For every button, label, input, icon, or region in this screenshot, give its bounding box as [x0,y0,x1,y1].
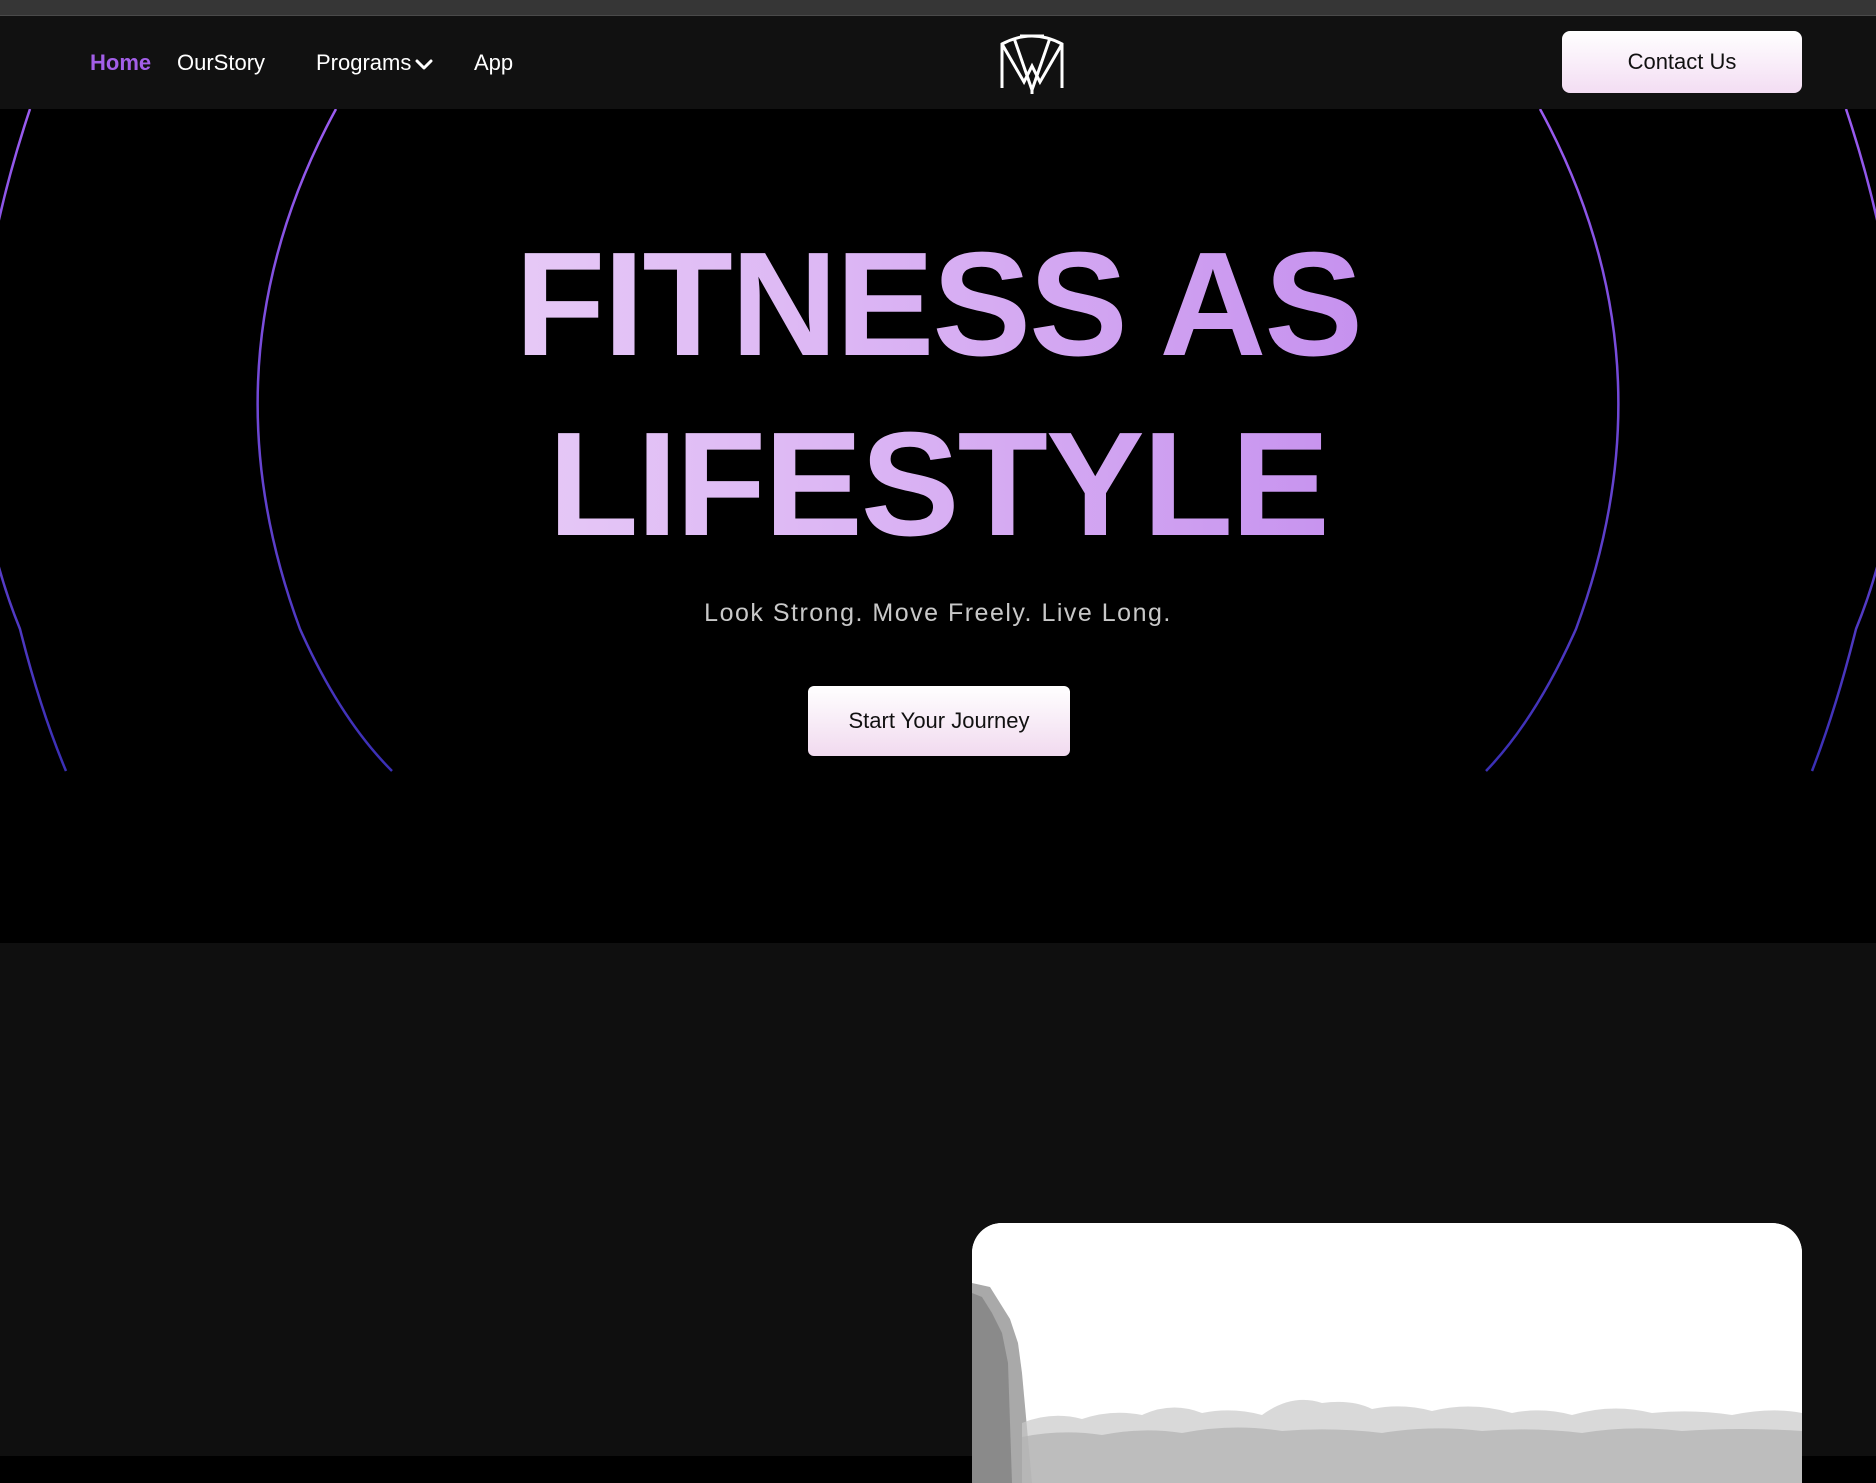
hero-tagline: Look Strong. Move Freely. Live Long. [704,599,1172,627]
nav-link-programs-label: Programs [316,50,412,75]
hero-title-line1: FITNESS AS [0,215,1876,395]
nav-link-home[interactable]: Home [90,49,151,77]
foggy-landscape-image [972,1223,1802,1483]
nav-link-programs[interactable]: Programs [316,49,433,78]
hero-title-line2: LIFESTYLE [0,395,1876,575]
browser-top-strip [0,0,1876,16]
mtm-monogram-logo[interactable] [996,32,1068,95]
nav-link-app[interactable]: App [474,49,513,77]
landscape-image-card [972,1223,1802,1483]
top-navigation-bar: Home OurStory Programs App Contact Us [0,16,1876,109]
contact-us-button[interactable]: Contact Us [1562,31,1802,93]
chevron-down-icon [415,50,433,78]
second-section [0,943,1876,1483]
nav-link-ourstory[interactable]: OurStory [177,49,265,77]
start-your-journey-button[interactable]: Start Your Journey [808,686,1070,756]
hero-section: FITNESS AS LIFESTYLE Look Strong. Move F… [0,109,1876,943]
